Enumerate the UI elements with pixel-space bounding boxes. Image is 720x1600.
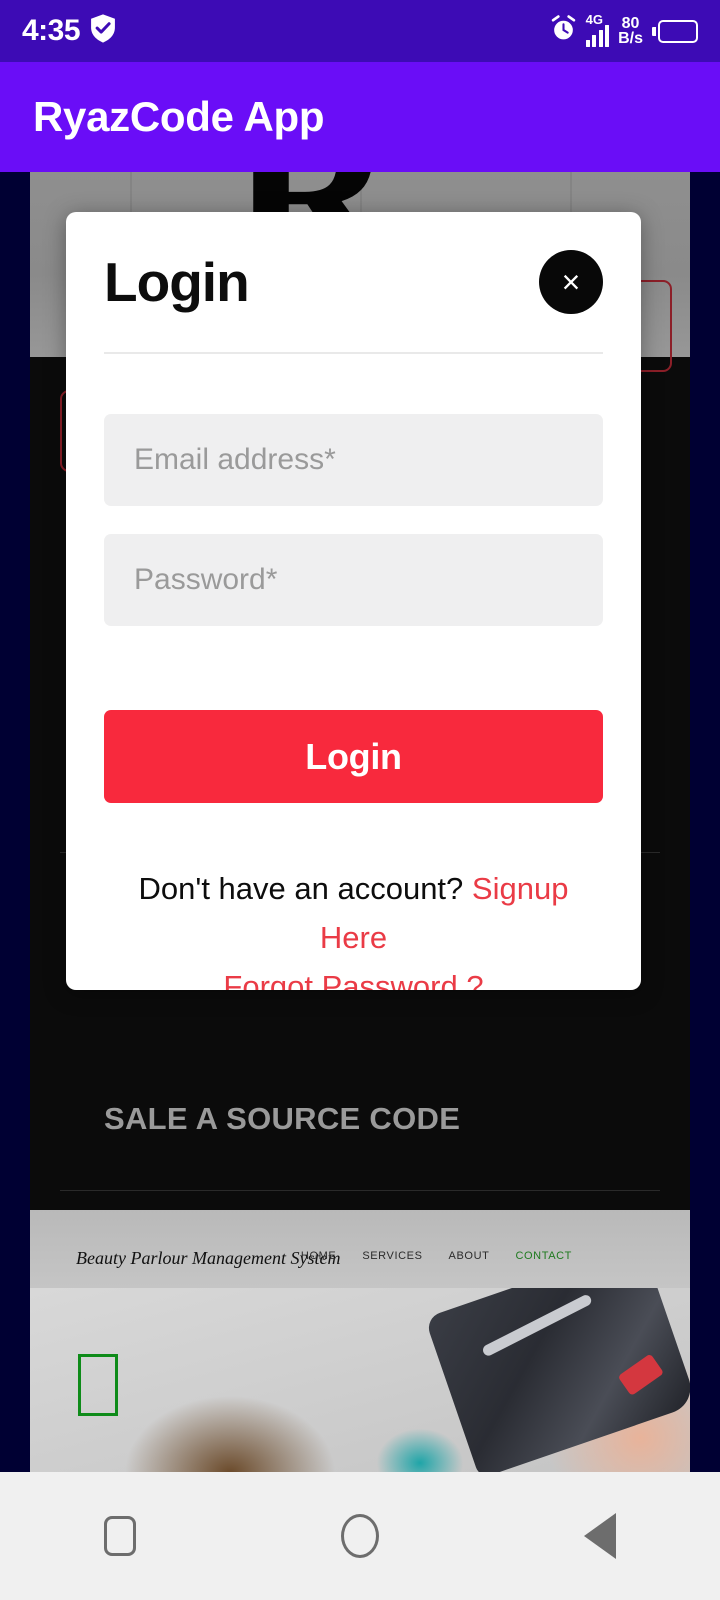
- forgot-password-link[interactable]: Forgot Password ?: [223, 969, 483, 990]
- network-speed-indicator: 80 B/s: [618, 14, 643, 47]
- password-input[interactable]: [104, 534, 603, 626]
- app-bar: RyazCode App: [0, 62, 720, 172]
- status-bar: 4:35 4G 80 B/s: [0, 0, 720, 62]
- alarm-clock-icon: [550, 15, 577, 47]
- product-photo: [30, 1288, 690, 1472]
- network-type-label: 4G: [585, 11, 603, 27]
- network-speed-unit: B/s: [618, 30, 643, 47]
- app-title: RyazCode App: [33, 93, 325, 140]
- status-clock: 4:35: [22, 14, 81, 47]
- battery-icon: [652, 19, 698, 43]
- product-screenshot-card[interactable]: Beauty Parlour Management System HOME SE…: [30, 1210, 690, 1472]
- email-input[interactable]: [104, 414, 603, 506]
- close-x-icon: ×: [561, 264, 581, 300]
- signup-prompt-text: Don't have an account?: [138, 871, 464, 906]
- signal-bars: [585, 24, 610, 47]
- signal-strength-icon: 4G: [585, 11, 610, 47]
- circle-home-icon: [341, 1514, 379, 1558]
- recents-button[interactable]: [65, 1481, 175, 1591]
- square-recents-icon: [104, 1516, 136, 1556]
- login-modal: Login × Login Don't have an account? Sig…: [66, 212, 641, 990]
- close-modal-button[interactable]: ×: [539, 250, 603, 314]
- phone-screen: 4:35 4G 80 B/s RyazCode App SALE A SOURC…: [0, 0, 720, 1600]
- login-submit-button[interactable]: Login: [104, 710, 603, 803]
- section-heading: SALE A SOURCE CODE: [104, 1101, 461, 1136]
- green-highlight-box: [78, 1354, 118, 1416]
- hair-dryer-shape: [424, 1288, 690, 1472]
- login-modal-header: Login ×: [66, 212, 641, 352]
- login-modal-body: Login Don't have an account? Signup Here…: [66, 354, 641, 990]
- back-button[interactable]: [545, 1481, 655, 1591]
- network-speed-value: 80: [621, 14, 640, 32]
- status-bar-left: 4:35: [22, 14, 116, 48]
- shield-check-icon: [90, 14, 116, 48]
- home-button[interactable]: [305, 1481, 415, 1591]
- section-divider-bottom: [60, 1190, 660, 1191]
- product-nav-about: ABOUT: [448, 1250, 490, 1262]
- product-site-nav: HOME SERVICES ABOUT CONTACT: [301, 1250, 572, 1262]
- login-modal-footer: Don't have an account? Signup Here Forgo…: [104, 865, 603, 990]
- android-nav-bar: [0, 1472, 720, 1600]
- product-nav-services: SERVICES: [362, 1250, 423, 1262]
- login-modal-title: Login: [104, 250, 250, 313]
- status-bar-right: 4G 80 B/s: [550, 11, 698, 47]
- triangle-back-icon: [584, 1513, 616, 1559]
- product-nav-contact: CONTACT: [515, 1250, 572, 1262]
- product-nav-home: HOME: [300, 1250, 337, 1262]
